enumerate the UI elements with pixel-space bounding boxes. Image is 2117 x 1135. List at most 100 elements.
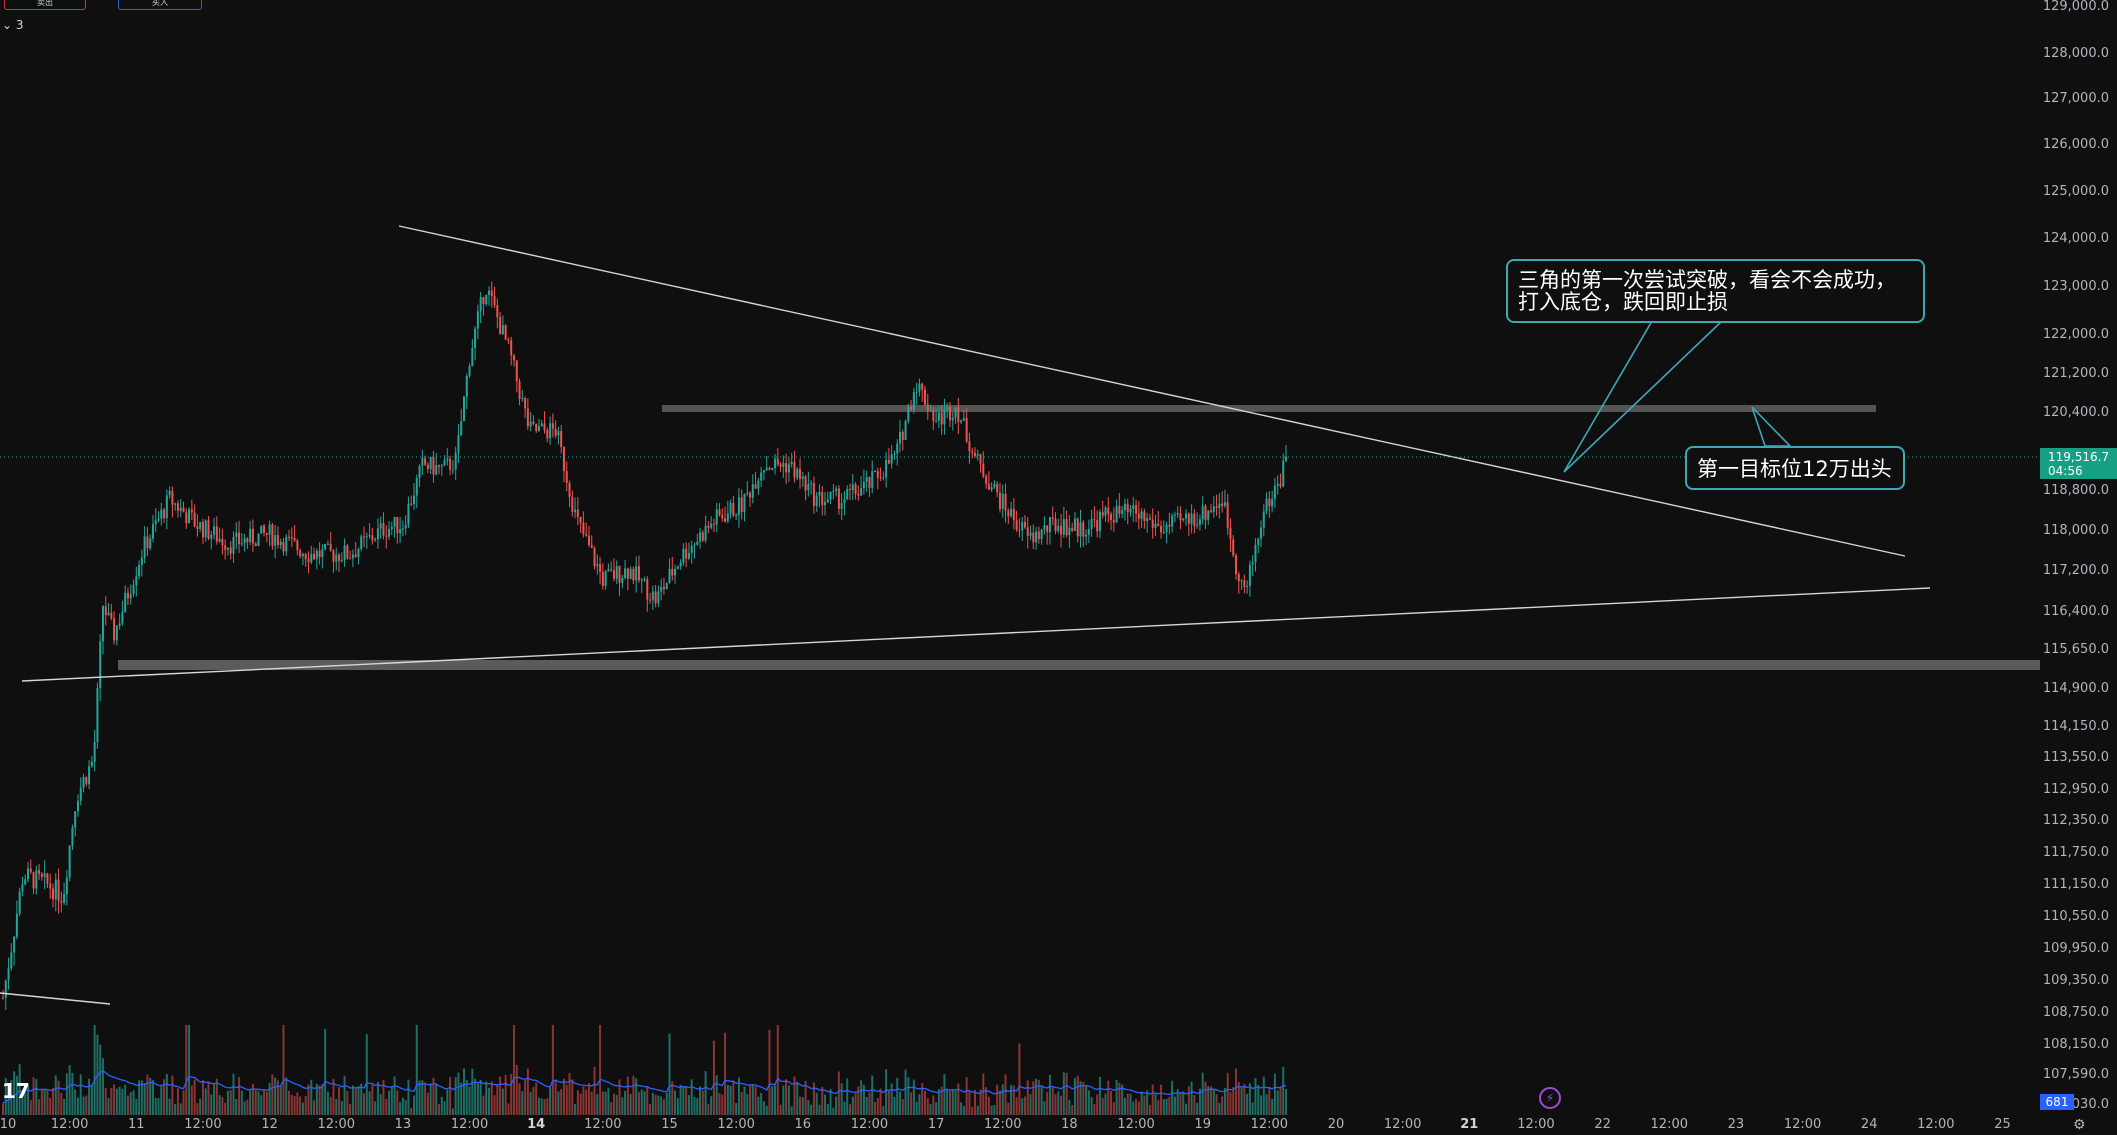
indicator-count: 3 [15,18,24,32]
volume-bar [310,1079,313,1115]
volume-bar [1029,1094,1032,1115]
volume-bar [85,1095,88,1115]
candle-body [2,997,4,999]
gear-icon[interactable]: ⚙ [2073,1117,2086,1133]
candle-body [821,492,824,506]
candle-body [662,587,665,590]
candle-body [621,578,624,583]
old-trendline[interactable] [0,992,111,1005]
candle-body [263,525,266,534]
volume-bar [1023,1096,1026,1115]
callout-target-note[interactable]: 第一目标位12万出头 [1685,446,1905,490]
volume-bar [171,1075,174,1115]
candle-body [921,383,924,390]
candle-body [1207,510,1210,520]
volume-bar [529,1091,532,1115]
volume-bar [226,1090,229,1115]
volume-bar [574,1104,577,1115]
candle-body [421,458,424,466]
candle-body [1062,519,1065,535]
volume-bar [1251,1102,1254,1115]
volume-bar [562,1078,565,1115]
candle-body [1029,532,1032,536]
time-tick-label: 12:00 [1651,1117,1688,1132]
candle-body [321,549,324,558]
volume-bar [929,1104,932,1115]
volume-bar [1140,1091,1143,1115]
chevron-down-icon: ⌄ [2,18,13,32]
candle-body [1104,507,1107,516]
candle-body [543,423,546,431]
volume-bar [260,1095,263,1115]
volume-bar [540,1098,543,1115]
volume-bar [885,1069,888,1115]
candle-body [915,391,918,393]
volume-bar [160,1085,163,1115]
volume-bar [424,1082,427,1115]
price-axis[interactable]: 129,000.0 128,000.0 127,000.0 126,000.0 125,… [2043,0,2109,1112]
candle-body [824,501,827,506]
time-tick-label: 18 [1061,1117,1078,1132]
candle-body [912,392,915,410]
volume-bar [68,1065,71,1115]
resistance-zone-band[interactable] [662,405,1876,412]
candle-body [529,421,532,427]
volume-bar [76,1097,79,1115]
volume-bar [665,1092,668,1115]
volume-bar [1101,1097,1104,1115]
volume-bar [190,1085,193,1115]
candle-body [390,527,393,530]
candle-body [843,498,846,504]
candle-body [729,503,732,514]
volume-bar [1157,1099,1160,1115]
volume-bar [207,1081,210,1115]
volume-bar [143,1083,146,1115]
candle-body [254,543,257,546]
candle-body [104,606,107,616]
price-chart[interactable]: 129,000.0 128,000.0 127,000.0 126,000.0 125,… [0,0,2117,1135]
candle-body [948,407,951,421]
candle-body [501,325,504,335]
support-zone-band[interactable] [118,660,2040,670]
volume-bar [293,1096,296,1115]
candle-body [643,579,646,581]
candle-body [993,483,996,488]
volume-bar [321,1084,324,1115]
callout-breakout-note[interactable]: 三角的第一次尝试突破，看会不会成功， 打入底仓，跌回即止损 [1506,259,1925,323]
candle-body [1212,506,1215,512]
volume-bar [879,1088,882,1115]
candle-body [660,587,663,592]
volume-bar [687,1095,690,1115]
volume-bar [318,1085,321,1115]
volume-bar [601,1091,604,1115]
candle-body [354,554,357,557]
volume-bar [135,1098,138,1115]
volume-bar [918,1093,921,1115]
volume-bar [1062,1072,1065,1115]
volume-bar [568,1072,571,1115]
volume-bar [796,1081,799,1115]
lightning-icon[interactable]: ⚡ [1539,1087,1561,1109]
candle-body [1223,502,1226,507]
volume-bar [235,1098,238,1115]
sell-button[interactable]: 卖出 [4,0,86,10]
candle-body [854,484,857,494]
volume-bar [1068,1099,1071,1115]
volume-bar [1046,1092,1049,1115]
indicator-toggle[interactable]: ⌄ 3 [2,18,24,32]
volume-bar [512,1025,515,1115]
buy-button[interactable]: 买入 [118,0,202,10]
volume-bar [288,1090,291,1115]
volume-bar [643,1091,646,1115]
tradingview-logo-icon[interactable]: 17 [2,1079,30,1103]
volume-bar [585,1089,588,1115]
volume-bar [790,1106,793,1115]
volume-bar [762,1101,765,1115]
price-tick-label: 113,550.0 [2043,750,2109,765]
volume-bar [898,1091,901,1115]
candle-body [265,533,268,535]
time-axis[interactable]: 10 12:00 11 12:00 12 12:00 13 12:00 14 12:00 15 12:… [0,1117,2011,1132]
candle-body [193,512,196,527]
candle-body [174,503,177,505]
candle-body [454,452,457,470]
